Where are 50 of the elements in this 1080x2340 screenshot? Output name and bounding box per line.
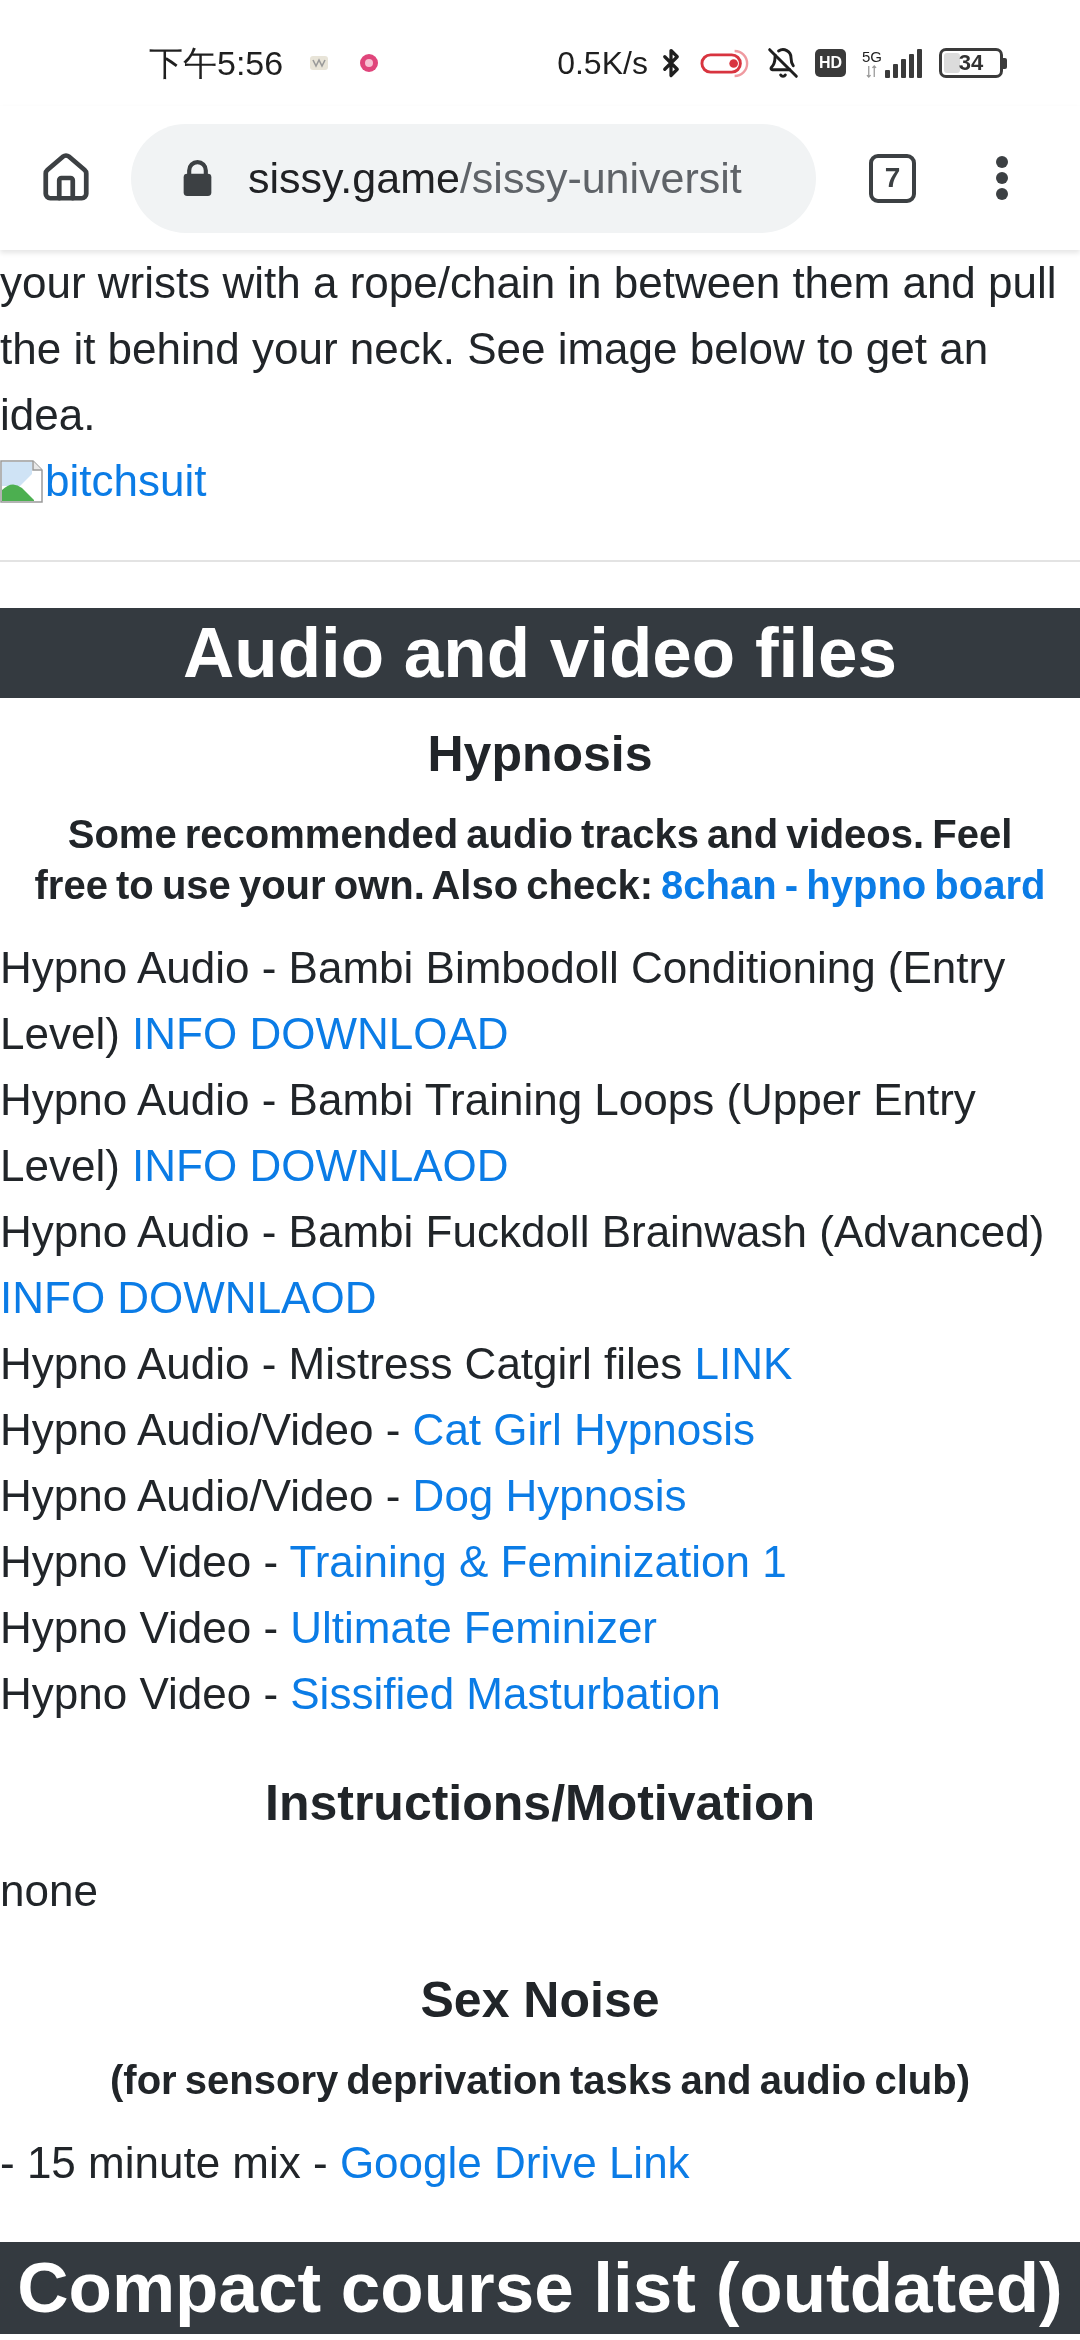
address-bar[interactable]: sissy.game/sissy-universit — [131, 123, 816, 233]
paragraph-text: Hypno Video - Ultimate Feminizer — [0, 1602, 658, 1654]
paragraph-text: Hypno Audio/Video - Dog Hypnosis — [0, 1470, 688, 1522]
signal-icon — [884, 48, 924, 78]
network-speed: 0.5K/s — [557, 44, 648, 83]
text-link[interactable]: DOWNLAOD — [249, 1141, 509, 1190]
paragraph-text: Hypno Audio - Mistress Catgirl files LINK — [0, 1338, 794, 1390]
data-arrows-icon — [866, 65, 878, 78]
paragraph-text: your wrists with a rope/chain in between them and pull the it behind your neck. See image below to get an idea. — [0, 257, 1058, 441]
paragraph-text: Hypno Audio - Bambi Training Loops (Upper Entry Level) INFO DOWNLAOD — [0, 1074, 977, 1192]
lead-text: (for sensory deprivation tasks and audio club) — [109, 2057, 971, 2104]
tab-switcher-button[interactable]: 7 — [869, 153, 916, 203]
lock-icon — [182, 160, 213, 196]
text-link[interactable]: INFO — [132, 1009, 238, 1058]
network-type-label: 5G — [862, 49, 882, 65]
menu-icon — [996, 156, 1008, 200]
text-link[interactable]: DOWNLAOD — [117, 1273, 377, 1322]
bell-off-icon — [766, 46, 799, 80]
paragraph-text: none — [0, 1865, 99, 1917]
clock-time: 下午5:56 — [149, 43, 284, 83]
paragraph-text: Hypno Video - Sissified Masturbation — [0, 1668, 722, 1720]
section-heading: Hypnosis — [426, 725, 654, 784]
text-link[interactable]: LINK — [694, 1339, 793, 1388]
text-link[interactable]: Training & Feminization 1 — [289, 1537, 787, 1586]
text-link[interactable]: Dog Hypnosis — [412, 1471, 687, 1520]
lead-text: Some recommended audio tracks and videos. Feel free to use your own. Also check: 8chan - hypno board — [33, 811, 1047, 909]
text-link[interactable]: DOWNLOAD — [249, 1009, 509, 1058]
text-link[interactable]: Ultimate Feminizer — [290, 1603, 657, 1652]
text-link[interactable]: Google Drive Link — [339, 2138, 690, 2187]
text-link[interactable]: Sissified Masturbation — [290, 1669, 721, 1718]
text-link[interactable]: INFO — [132, 1141, 238, 1190]
paragraph-text: Hypno Audio - Bambi Fuckdoll Brainwash (Advanced) INFO DOWNLAOD — [0, 1206, 1046, 1324]
text-link[interactable]: INFO — [0, 1273, 106, 1322]
section-heading: Instructions/Motivation — [264, 1774, 816, 1833]
paragraph-text: Hypno Audio/Video - Cat Girl Hypnosis — [0, 1404, 756, 1456]
url-text: sissy.game/sissy-universit — [248, 153, 742, 204]
hd-badge: HD — [814, 49, 846, 77]
paragraph-text: Hypno Audio - Bambi Bimbodoll Conditioning (Entry Level) INFO DOWNLOAD — [0, 942, 1007, 1060]
image-link[interactable]: bitchsuit — [0, 448, 207, 514]
paragraph-text: Hypno Video - Training & Feminization 1 — [0, 1536, 788, 1588]
text-link[interactable]: Cat Girl Hypnosis — [412, 1405, 755, 1454]
app-notification-icon — [359, 53, 380, 73]
text-link[interactable]: 8chan - hypno board — [661, 863, 1046, 907]
battery-indicator: 34 — [939, 48, 1007, 78]
app-notification-icon — [309, 55, 330, 71]
switch-icon — [699, 47, 750, 79]
section-banner: Compact course list (outdated) — [0, 2242, 1080, 2334]
section-heading: Sex Noise — [419, 1971, 661, 2030]
section-banner: Audio and video files — [0, 608, 1080, 698]
paragraph-text: - 15 minute mix - Google Drive Link — [0, 2137, 691, 2189]
